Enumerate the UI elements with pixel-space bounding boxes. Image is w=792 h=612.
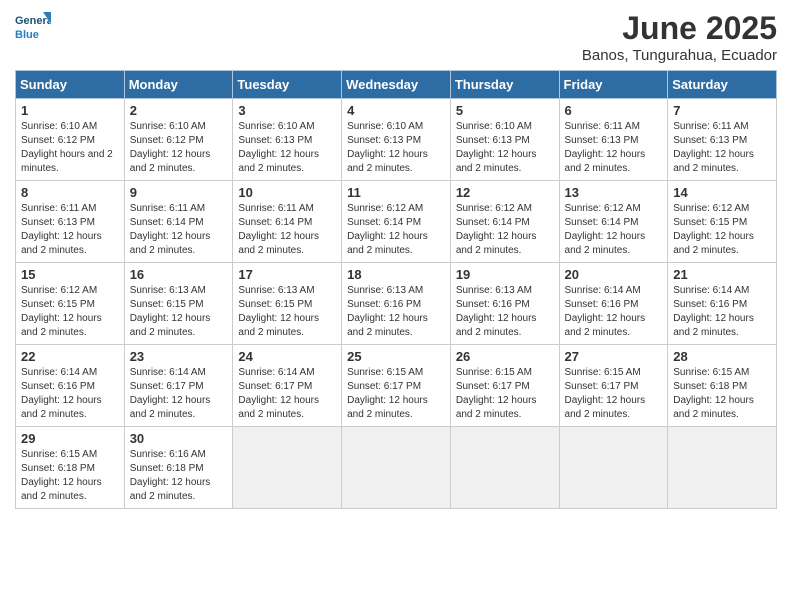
day-19: 19 Sunrise: 6:13 AMSunset: 6:16 PMDaylig…	[450, 263, 559, 345]
day-17: 17 Sunrise: 6:13 AMSunset: 6:15 PMDaylig…	[233, 263, 342, 345]
day-26: 26 Sunrise: 6:15 AMSunset: 6:17 PMDaylig…	[450, 345, 559, 427]
day-1: 1 Sunrise: 6:10 AMSunset: 6:12 PMDayligh…	[16, 99, 125, 181]
logo: General Blue	[15, 10, 51, 46]
day-14: 14 Sunrise: 6:12 AMSunset: 6:15 PMDaylig…	[668, 181, 777, 263]
header-wednesday: Wednesday	[342, 71, 451, 99]
header-tuesday: Tuesday	[233, 71, 342, 99]
day-12: 12 Sunrise: 6:12 AMSunset: 6:14 PMDaylig…	[450, 181, 559, 263]
header-friday: Friday	[559, 71, 668, 99]
header-sunday: Sunday	[16, 71, 125, 99]
location-subtitle: Banos, Tungurahua, Ecuador	[582, 47, 777, 64]
month-title: June 2025	[582, 10, 777, 47]
day-25: 25 Sunrise: 6:15 AMSunset: 6:17 PMDaylig…	[342, 345, 451, 427]
day-30: 30 Sunrise: 6:16 AMSunset: 6:18 PMDaylig…	[124, 427, 233, 509]
day-22: 22 Sunrise: 6:14 AMSunset: 6:16 PMDaylig…	[16, 345, 125, 427]
header-monday: Monday	[124, 71, 233, 99]
day-15: 15 Sunrise: 6:12 AMSunset: 6:15 PMDaylig…	[16, 263, 125, 345]
week-row-3: 15 Sunrise: 6:12 AMSunset: 6:15 PMDaylig…	[16, 263, 777, 345]
day-27: 27 Sunrise: 6:15 AMSunset: 6:17 PMDaylig…	[559, 345, 668, 427]
day-24: 24 Sunrise: 6:14 AMSunset: 6:17 PMDaylig…	[233, 345, 342, 427]
day-28: 28 Sunrise: 6:15 AMSunset: 6:18 PMDaylig…	[668, 345, 777, 427]
empty-cell-4	[559, 427, 668, 509]
day-7: 7 Sunrise: 6:11 AMSunset: 6:13 PMDayligh…	[668, 99, 777, 181]
day-3: 3 Sunrise: 6:10 AMSunset: 6:13 PMDayligh…	[233, 99, 342, 181]
day-5: 5 Sunrise: 6:10 AMSunset: 6:13 PMDayligh…	[450, 99, 559, 181]
empty-cell-2	[342, 427, 451, 509]
week-row-1: 1 Sunrise: 6:10 AMSunset: 6:12 PMDayligh…	[16, 99, 777, 181]
svg-text:Blue: Blue	[15, 29, 39, 41]
day-18: 18 Sunrise: 6:13 AMSunset: 6:16 PMDaylig…	[342, 263, 451, 345]
empty-cell-3	[450, 427, 559, 509]
week-row-2: 8 Sunrise: 6:11 AMSunset: 6:13 PMDayligh…	[16, 181, 777, 263]
day-4: 4 Sunrise: 6:10 AMSunset: 6:13 PMDayligh…	[342, 99, 451, 181]
day-21: 21 Sunrise: 6:14 AMSunset: 6:16 PMDaylig…	[668, 263, 777, 345]
logo-icon: General Blue	[15, 10, 51, 46]
calendar-table: Sunday Monday Tuesday Wednesday Thursday…	[15, 70, 777, 509]
week-row-5: 29 Sunrise: 6:15 AMSunset: 6:18 PMDaylig…	[16, 427, 777, 509]
calendar-header-row: Sunday Monday Tuesday Wednesday Thursday…	[16, 71, 777, 99]
header-thursday: Thursday	[450, 71, 559, 99]
day-20: 20 Sunrise: 6:14 AMSunset: 6:16 PMDaylig…	[559, 263, 668, 345]
day-23: 23 Sunrise: 6:14 AMSunset: 6:17 PMDaylig…	[124, 345, 233, 427]
day-11: 11 Sunrise: 6:12 AMSunset: 6:14 PMDaylig…	[342, 181, 451, 263]
empty-cell-5	[668, 427, 777, 509]
svg-text:General: General	[15, 15, 51, 27]
day-16: 16 Sunrise: 6:13 AMSunset: 6:15 PMDaylig…	[124, 263, 233, 345]
day-29: 29 Sunrise: 6:15 AMSunset: 6:18 PMDaylig…	[16, 427, 125, 509]
day-6: 6 Sunrise: 6:11 AMSunset: 6:13 PMDayligh…	[559, 99, 668, 181]
day-13: 13 Sunrise: 6:12 AMSunset: 6:14 PMDaylig…	[559, 181, 668, 263]
header-saturday: Saturday	[668, 71, 777, 99]
day-9: 9 Sunrise: 6:11 AMSunset: 6:14 PMDayligh…	[124, 181, 233, 263]
day-8: 8 Sunrise: 6:11 AMSunset: 6:13 PMDayligh…	[16, 181, 125, 263]
day-2: 2 Sunrise: 6:10 AMSunset: 6:12 PMDayligh…	[124, 99, 233, 181]
title-block: June 2025 Banos, Tungurahua, Ecuador	[582, 10, 777, 64]
page-header: General Blue June 2025 Banos, Tungurahua…	[15, 10, 777, 64]
empty-cell-1	[233, 427, 342, 509]
day-10: 10 Sunrise: 6:11 AMSunset: 6:14 PMDaylig…	[233, 181, 342, 263]
week-row-4: 22 Sunrise: 6:14 AMSunset: 6:16 PMDaylig…	[16, 345, 777, 427]
